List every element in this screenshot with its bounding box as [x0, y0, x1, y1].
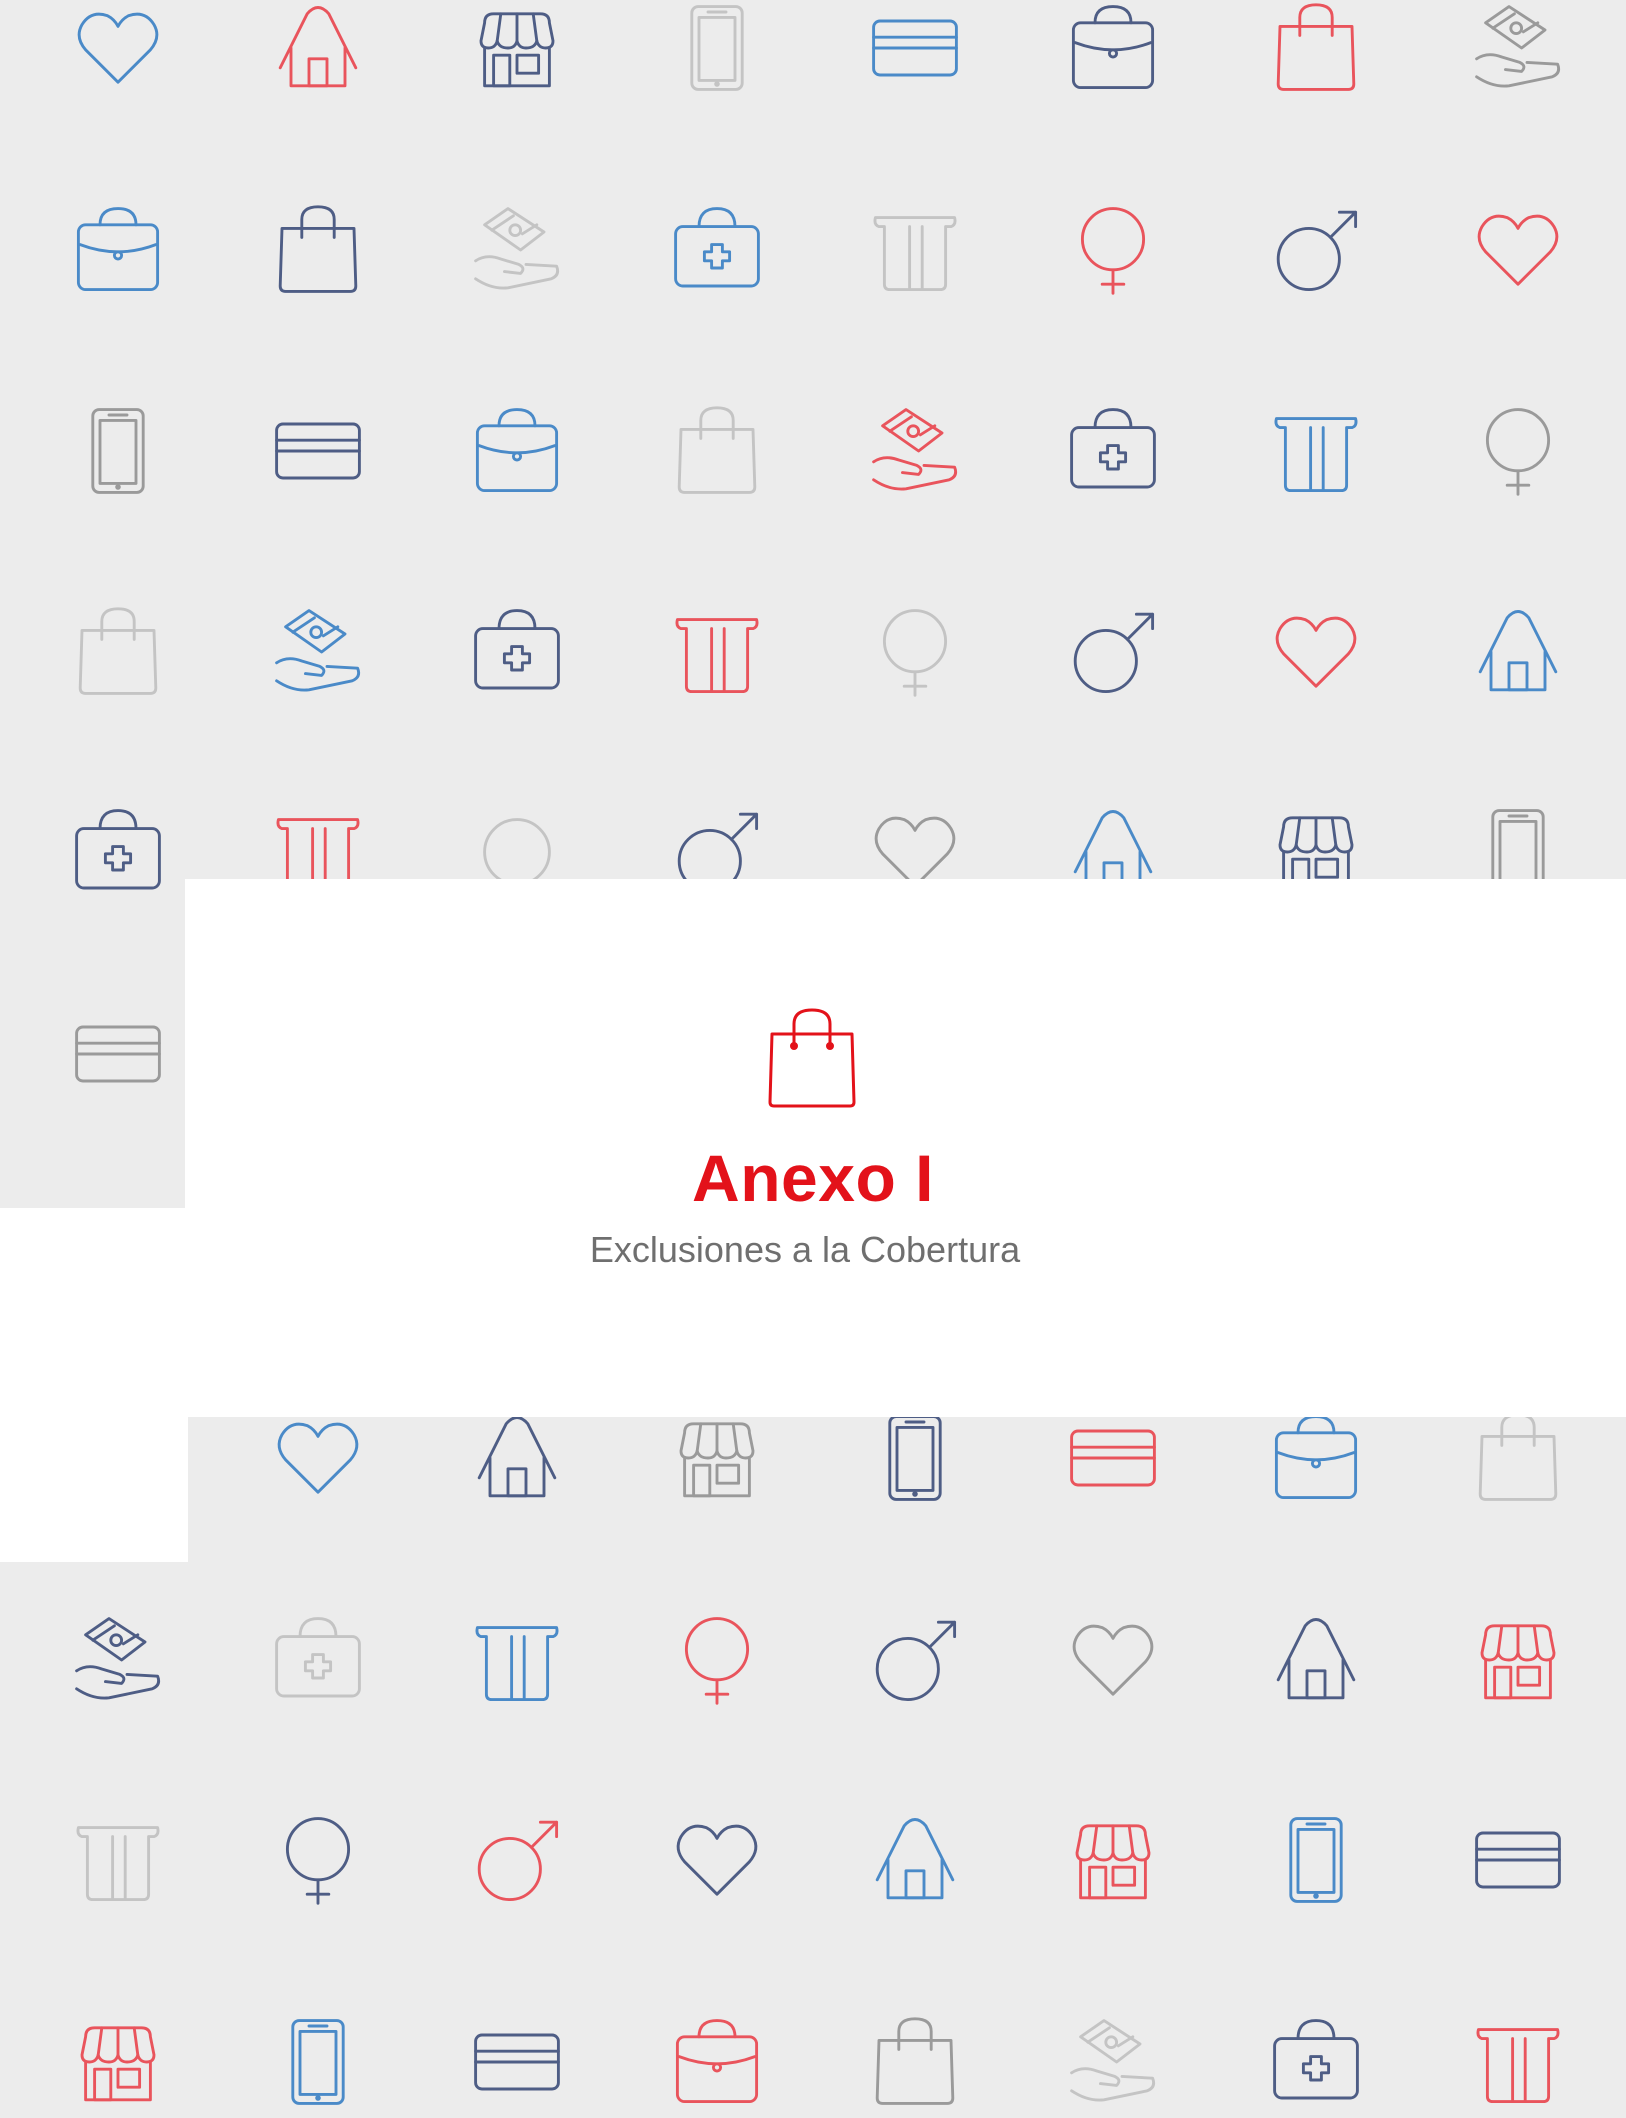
atm-card-icon	[1476, 2028, 1560, 2104]
cash-hand-icon	[1070, 2019, 1156, 2102]
shop-icon	[1075, 1824, 1151, 1900]
cash-hand-icon	[872, 408, 958, 491]
briefcase-icon	[475, 408, 559, 493]
cash-hand-icon	[474, 207, 560, 290]
female-icon	[1080, 207, 1146, 295]
medkit-icon	[674, 207, 760, 288]
medkit-icon	[474, 609, 560, 690]
bag-icon	[78, 607, 158, 695]
card-icon	[1070, 1429, 1156, 1487]
medkit-icon	[1273, 2019, 1359, 2100]
shop-icon	[80, 2026, 156, 2102]
card-icon	[75, 1025, 161, 1083]
male-icon	[875, 1620, 957, 1702]
atm-card-icon	[873, 216, 957, 292]
shop-icon	[679, 1422, 755, 1498]
atm-card-icon	[76, 1826, 160, 1902]
house-icon	[875, 1818, 955, 1900]
medkit-icon	[75, 809, 161, 890]
bag-icon	[1276, 3, 1356, 91]
house-icon	[1276, 1618, 1356, 1700]
male-icon	[1073, 612, 1155, 694]
atm-card-icon	[475, 1626, 559, 1702]
shop-icon	[479, 12, 555, 88]
cash-hand-icon	[275, 609, 361, 692]
phone-icon	[291, 2019, 345, 2105]
card-icon	[474, 2033, 560, 2091]
cash-hand-icon	[1475, 5, 1561, 88]
female-icon	[1485, 408, 1551, 496]
page-title: Anexo I	[692, 1141, 934, 1215]
atm-card-icon	[1274, 417, 1358, 493]
male-icon	[1276, 210, 1358, 292]
male-icon	[477, 1820, 559, 1902]
card-icon	[1475, 1831, 1561, 1889]
briefcase-icon	[1274, 1415, 1358, 1500]
heart-icon	[676, 1824, 758, 1896]
phone-icon	[91, 408, 145, 494]
phone-icon	[690, 5, 744, 91]
heart-icon	[277, 1422, 359, 1494]
card-icon	[872, 19, 958, 77]
bag-icon	[278, 205, 358, 293]
phone-icon	[1289, 1817, 1343, 1903]
briefcase-icon	[1071, 5, 1155, 90]
bag-icon	[875, 2017, 955, 2105]
shop-icon	[1480, 1624, 1556, 1700]
shopping-bag-icon	[768, 1008, 856, 1108]
briefcase-icon	[76, 207, 160, 292]
bag-icon	[677, 406, 757, 494]
heart-icon	[77, 12, 159, 84]
female-icon	[684, 1617, 750, 1705]
briefcase-icon	[675, 2019, 759, 2104]
heart-icon	[1072, 1624, 1154, 1696]
heart-icon	[1275, 616, 1357, 688]
page-subtitle: Exclusiones a la Cobertura	[589, 1229, 1021, 1270]
medkit-icon	[1070, 408, 1156, 489]
house-icon	[278, 6, 358, 88]
bag-icon	[1478, 1413, 1558, 1501]
medkit-icon	[275, 1617, 361, 1698]
phone-icon	[888, 1415, 942, 1501]
atm-card-icon	[675, 618, 759, 694]
female-icon	[882, 609, 948, 697]
house-icon	[477, 1416, 557, 1498]
cash-hand-icon	[75, 1617, 161, 1700]
card-icon	[275, 422, 361, 480]
heart-icon	[1477, 214, 1559, 286]
female-icon	[285, 1817, 351, 1905]
house-icon	[1478, 610, 1558, 692]
